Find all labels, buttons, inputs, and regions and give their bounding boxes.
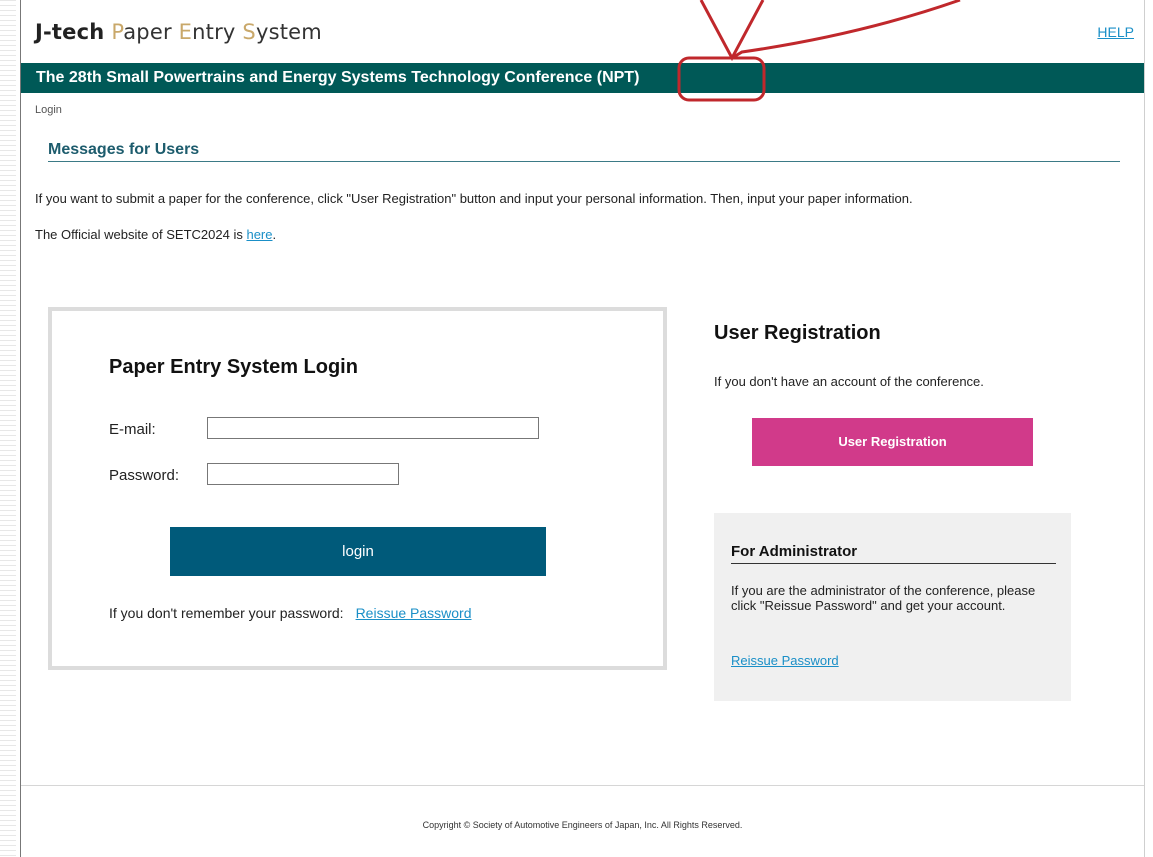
forgot-password-text: If you don't remember your password:: [109, 605, 344, 621]
callout-tail: [699, 0, 765, 62]
help-link[interactable]: HELP: [1097, 24, 1134, 40]
login-title: Paper Entry System Login: [109, 356, 358, 378]
user-registration-button[interactable]: User Registration: [752, 418, 1033, 466]
site-title-letter-e: E: [178, 20, 193, 44]
right-border-line: [1144, 0, 1145, 857]
footer-copyright: Copyright © Society of Automotive Engine…: [422, 820, 743, 830]
message-line-1: If you want to submit a paper for the co…: [35, 191, 913, 206]
official-website-link[interactable]: here: [246, 227, 272, 242]
password-label: Password:: [109, 467, 180, 484]
callout-bubble-edge: [731, 0, 961, 60]
password-field[interactable]: [207, 463, 399, 485]
footer-divider: [21, 785, 1144, 786]
login-panel: Paper Entry System Login E-mail: Passwor…: [48, 307, 667, 670]
messages-heading: Messages for Users: [48, 141, 1120, 162]
email-field[interactable]: [207, 417, 539, 439]
site-title-letter-p: P: [111, 20, 124, 44]
conference-bar: The 28th Small Powertrains and Energy Sy…: [21, 63, 1144, 93]
callout-annotation: [677, 0, 961, 102]
reissue-password-link[interactable]: Reissue Password: [356, 605, 472, 621]
admin-reissue-password-link[interactable]: Reissue Password: [731, 653, 839, 668]
left-margin-stripes: [0, 0, 16, 857]
forgot-password-row: If you don't remember your password: Reis…: [109, 605, 472, 621]
registration-description: If you don't have an account of the conf…: [714, 374, 984, 389]
left-border-line: [20, 0, 21, 857]
login-button[interactable]: login: [170, 527, 546, 576]
administrator-panel: For Administrator If you are the adminis…: [714, 513, 1071, 701]
message-line-2-period: .: [272, 227, 277, 242]
site-title: J-tech Paper Entry System: [35, 20, 322, 44]
registration-title: User Registration: [714, 322, 881, 344]
breadcrumb: Login: [35, 104, 62, 116]
administrator-heading: For Administrator: [731, 543, 1056, 564]
message-line-2-text: The Official website of SETC2024 is: [35, 227, 247, 242]
email-label: E-mail:: [109, 421, 156, 438]
conference-title: The 28th Small Powertrains and Energy Sy…: [36, 69, 640, 86]
site-title-word-system: ystem: [255, 20, 322, 44]
administrator-text: If you are the administrator of the conf…: [731, 583, 1036, 613]
site-title-letter-s: S: [242, 20, 256, 44]
site-title-word-paper: aper: [123, 20, 179, 44]
message-line-2: The Official website of SETC2024 is here…: [35, 227, 276, 242]
site-title-brand: J-tech: [35, 20, 105, 44]
site-title-word-entry: ntry: [192, 20, 243, 44]
